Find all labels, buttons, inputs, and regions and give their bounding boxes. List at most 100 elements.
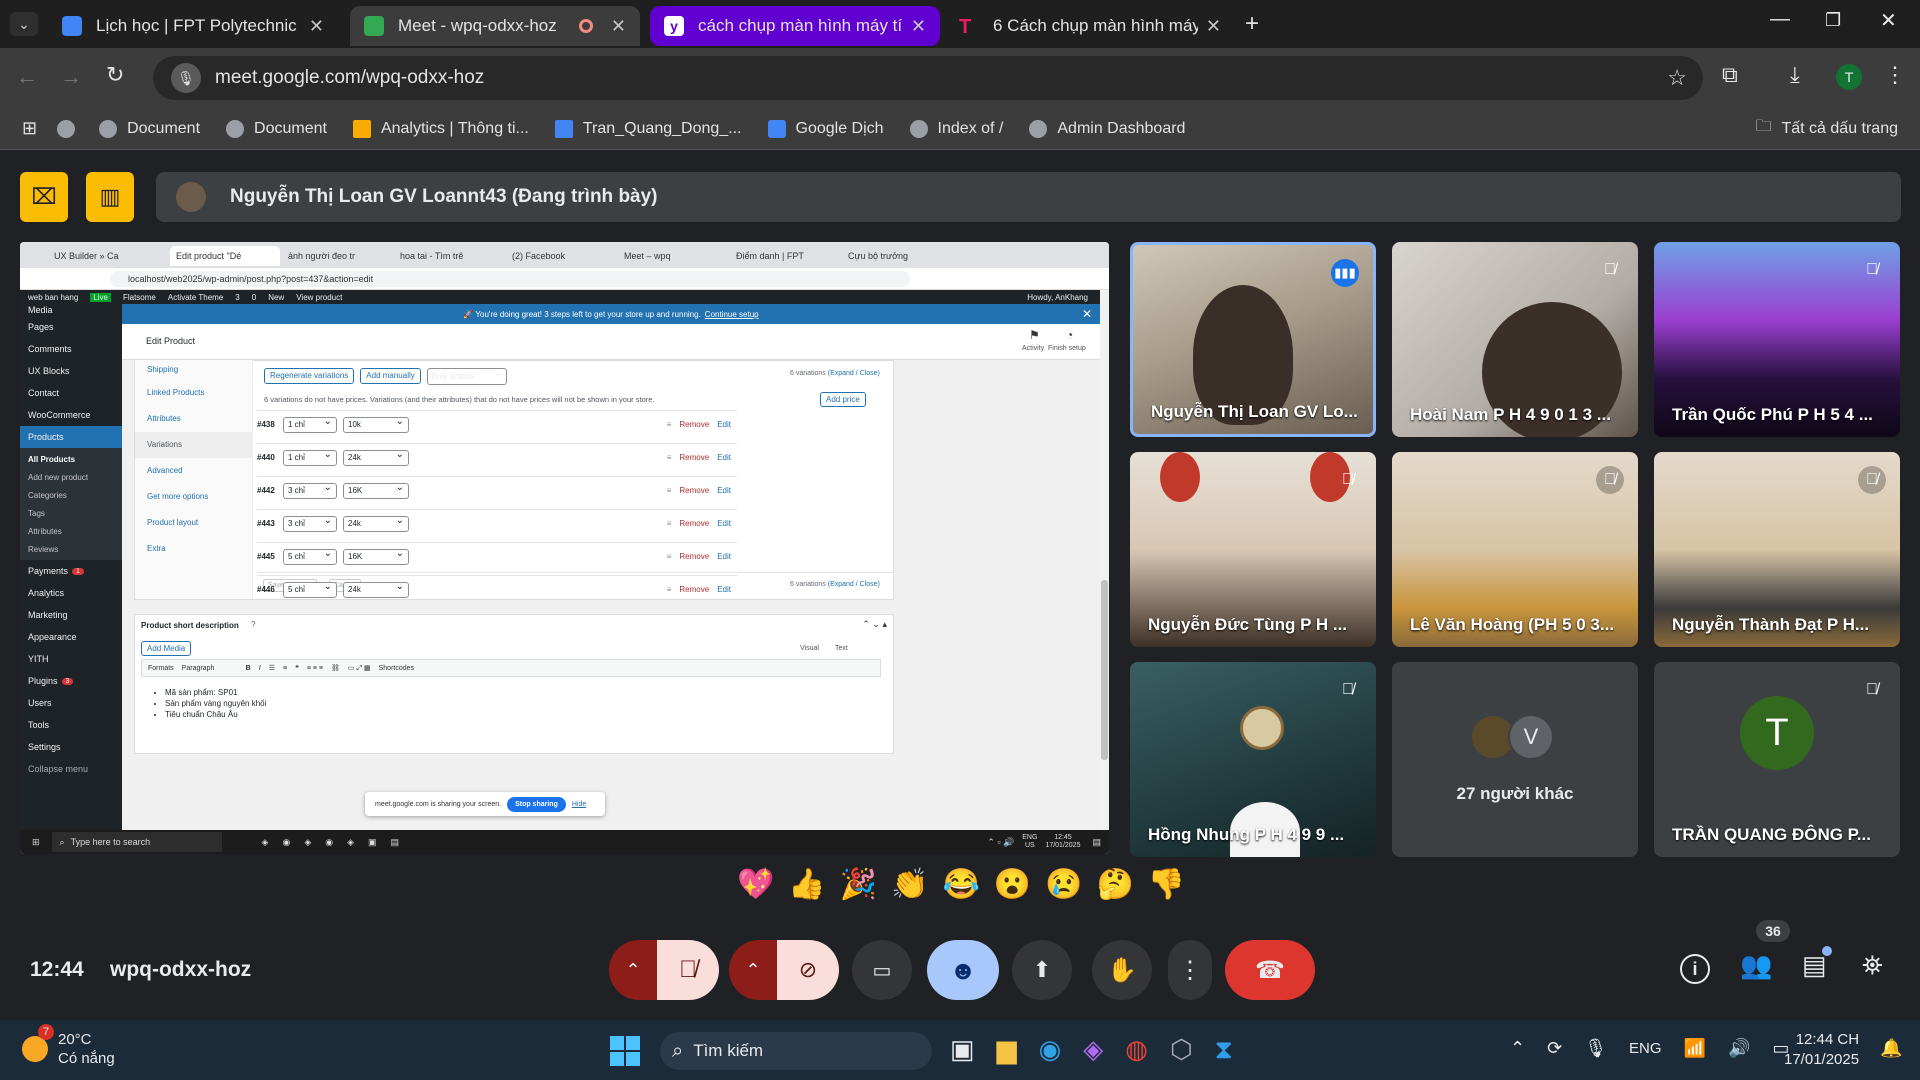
wp-menu-item: Tools xyxy=(28,720,50,730)
docs-icon xyxy=(554,119,573,138)
all-bookmarks[interactable]: 🗀 Tất cả dấu trang xyxy=(1755,115,1898,142)
star-icon[interactable]: ☆ xyxy=(1667,65,1687,91)
close-icon[interactable]: ✕ xyxy=(309,16,324,37)
participant-tile-speaking[interactable]: ▮▮▮ Nguyễn Thị Loan GV Lo... xyxy=(1130,242,1376,437)
video-options-button[interactable]: ⌃ xyxy=(729,940,777,1000)
participant-tile[interactable]: 🎙̸ Trần Quốc Phú P H 5 4 ... xyxy=(1654,242,1900,437)
layout-toggle-button[interactable]: ⌧ xyxy=(20,172,68,222)
tab-search-icon[interactable]: ⌄ xyxy=(10,12,38,36)
bookmark-admin[interactable]: Admin Dashboard xyxy=(1029,119,1185,138)
thumbs-down-reaction[interactable]: 👎 xyxy=(1148,867,1185,911)
description-list: Mã sản phẩm: SP01 Sản phẩm vàng nguyên k… xyxy=(165,687,266,720)
download-icon[interactable]: ⤓ xyxy=(1790,62,1800,88)
language-indicator[interactable]: ENG xyxy=(1629,1040,1662,1057)
remove-link: Remove xyxy=(679,420,710,429)
search-placeholder: Tìm kiếm xyxy=(693,1041,764,1060)
tab-article[interactable]: T 6 Cách chụp màn hình máy tính ✕ xyxy=(945,6,1235,46)
emoji-reactions-button[interactable]: ☻ xyxy=(927,940,999,1000)
mic-toggle-button[interactable]: 🎙̸ xyxy=(657,940,719,1000)
task-view-icon[interactable]: ▣ xyxy=(950,1034,975,1066)
camera-toggle-button[interactable]: ⊘ xyxy=(777,940,839,1000)
clap-reaction[interactable]: 👏 xyxy=(891,867,928,911)
tab-yahoo[interactable]: y cách chụp màn hình máy tính - ✕ xyxy=(650,6,940,46)
sync-icon[interactable]: ⟳ xyxy=(1547,1038,1562,1059)
bookmark-translate[interactable]: Google Dịch xyxy=(767,119,884,138)
clock-date: 17/01/2025 xyxy=(1784,1051,1860,1068)
tab-fpt[interactable]: Lịch học | FPT Polytechnic ✕ xyxy=(48,6,338,46)
leave-call-button[interactable]: ☎ xyxy=(1225,940,1315,1000)
wc-notice: 🚀 You're doing great! 3 steps left to ge… xyxy=(122,304,1100,324)
file-explorer-icon[interactable]: ▆ xyxy=(997,1034,1017,1066)
unity-icon[interactable]: ⬡ xyxy=(1170,1034,1193,1066)
participant-tile[interactable]: 🎙̸ Hồng Nhung P H 4 9 9 ... xyxy=(1130,662,1376,857)
shared-tab: hoa tai - Tìm trê xyxy=(400,251,464,261)
volume-icon[interactable]: 🔊 xyxy=(1728,1038,1750,1059)
audio-options-button[interactable]: ⌃ xyxy=(609,940,657,1000)
participant-tile[interactable]: 🎙̸ Lê Văn Hoàng (PH 5 0 3... xyxy=(1392,452,1638,647)
vscode-icon[interactable]: ⧗ xyxy=(1215,1034,1233,1066)
chrome-icon[interactable]: ◍ xyxy=(1125,1034,1148,1066)
copilot-icon[interactable]: ◈ xyxy=(1083,1034,1103,1066)
restore-button[interactable]: ❐ xyxy=(1825,10,1841,31)
party-reaction[interactable]: 🎉 xyxy=(840,867,877,911)
participant-tile[interactable]: T 🎙̸ TRẦN QUANG ĐÔNG P... xyxy=(1654,662,1900,857)
camera-off-icon: ⊘ xyxy=(798,957,818,982)
mic-icon[interactable]: 🎙 xyxy=(171,63,201,93)
laugh-reaction[interactable]: 😂 xyxy=(942,867,979,911)
notification-bell-icon[interactable]: 🔔 xyxy=(1880,1038,1902,1059)
bookmark-index[interactable]: Index of / xyxy=(909,119,1003,138)
forward-button[interactable]: → xyxy=(60,64,82,90)
variation-row: #438 1 chỉ 10k ≡ Remove Edit xyxy=(257,410,737,438)
activity-label: Activity xyxy=(1022,345,1045,352)
chevron-up-icon[interactable]: ⌃ xyxy=(1510,1038,1525,1059)
clock[interactable]: 12:44 CH 17/01/2025 xyxy=(1784,1030,1859,1070)
thumbs-up-reaction[interactable]: 👍 xyxy=(788,867,825,911)
bookmark-document-1[interactable]: Document xyxy=(99,119,200,138)
close-icon[interactable]: ✕ xyxy=(1206,16,1221,37)
tab-meet[interactable]: Meet - wpq-odxx-hoz ✕ xyxy=(350,6,640,46)
bookmark-document-2[interactable]: Document xyxy=(226,119,327,138)
heart-reaction[interactable]: 💖 xyxy=(737,867,774,911)
new-tab-button[interactable]: + xyxy=(1245,10,1259,38)
menu-icon[interactable]: ⋮ xyxy=(1884,62,1906,88)
close-icon[interactable]: ✕ xyxy=(911,16,926,37)
participant-tile[interactable]: 🎙̸ Nguyễn Thành Đạt P H... xyxy=(1654,452,1900,647)
more-options-button[interactable]: ⋮ xyxy=(1168,940,1212,1000)
apps-icon[interactable]: ⊞ xyxy=(22,118,37,139)
address-bar[interactable]: 🎙 meet.google.com/wpq-odxx-hoz ☆ xyxy=(153,56,1703,100)
participant-tile[interactable]: 🎙̸ Nguyễn Đức Tùng P H ... xyxy=(1130,452,1376,647)
regenerate-button: Regenerate variations xyxy=(264,368,355,384)
profile-avatar[interactable]: T xyxy=(1836,64,1862,90)
raise-hand-button[interactable]: ✋ xyxy=(1092,940,1152,1000)
bookmark-doc[interactable]: Tran_Quang_Dong_... xyxy=(554,119,742,138)
others-tile[interactable]: V 27 người khác xyxy=(1392,662,1638,857)
people-button[interactable]: 👥 xyxy=(1740,950,1772,981)
info-icon[interactable]: i xyxy=(1680,954,1710,984)
wp-submenu-item: Reviews xyxy=(28,544,59,554)
mic-icon[interactable]: 🎙 xyxy=(1584,1038,1607,1059)
weather-widget[interactable]: 7 20°C Có nắng xyxy=(22,1024,115,1068)
fullscreen-presentation-button[interactable]: ▥ xyxy=(86,172,134,222)
captions-button[interactable]: ▭ xyxy=(852,940,912,1000)
taskbar-search[interactable]: ⌕ Tìm kiếm xyxy=(660,1032,932,1070)
start-button[interactable] xyxy=(610,1036,640,1066)
thinking-reaction[interactable]: 🤔 xyxy=(1097,867,1134,911)
minimize-button[interactable]: — xyxy=(1770,8,1790,31)
close-icon[interactable]: ✕ xyxy=(611,16,626,37)
wifi-icon[interactable]: 📶 xyxy=(1684,1038,1706,1059)
reload-button[interactable]: ↻ xyxy=(106,62,124,88)
bookmark-globe[interactable] xyxy=(57,119,85,138)
bookmark-analytics[interactable]: Analytics | Thông ti... xyxy=(352,119,529,138)
adminbar-comments: 0 xyxy=(251,292,257,302)
activities-icon[interactable]: ⛯ xyxy=(1862,950,1883,982)
browser-toolbar: ← → ↻ 🎙 meet.google.com/wpq-odxx-hoz ☆ ⧉… xyxy=(0,48,1920,108)
wp-menu-item: WooCommerce xyxy=(28,410,91,420)
participant-tile[interactable]: 🎙̸ Hoài Nam P H 4 9 0 1 3 ... xyxy=(1392,242,1638,437)
close-window-button[interactable]: ✕ xyxy=(1880,8,1897,33)
back-button[interactable]: ← xyxy=(16,64,38,90)
extensions-icon[interactable]: ⧉ xyxy=(1722,62,1738,88)
edge-icon[interactable]: ◉ xyxy=(1039,1034,1062,1066)
sad-reaction[interactable]: 😢 xyxy=(1045,867,1082,911)
surprised-reaction[interactable]: 😮 xyxy=(994,867,1031,911)
present-button[interactable]: ⬆ xyxy=(1012,940,1072,1000)
